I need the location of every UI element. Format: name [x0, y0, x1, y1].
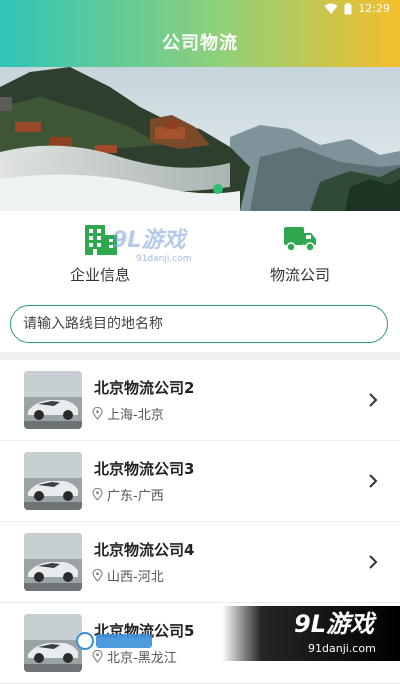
battery-icon: [344, 2, 352, 14]
company-route: 广东-广西: [107, 489, 164, 504]
location-pin-icon: [92, 407, 103, 420]
category-label-logistics: 物流公司: [269, 266, 330, 284]
location-pin-icon: [92, 488, 103, 501]
carousel-indicator-dot[interactable]: [213, 184, 223, 194]
location-pin-icon: [92, 569, 103, 582]
chevron-right-icon: [369, 474, 378, 488]
category-logistics-company[interactable]: 物流公司: [240, 223, 360, 285]
section-divider: [0, 352, 400, 360]
company-list-item[interactable]: 北京物流公司5 北京-黑龙江: [0, 603, 400, 684]
category-label-enterprise: 企业信息: [69, 266, 130, 284]
wifi-icon: [324, 3, 338, 14]
chevron-right-icon: [369, 636, 378, 650]
company-name: 北京物流公司4: [94, 541, 195, 559]
search-input[interactable]: [10, 305, 388, 343]
company-name: 北京物流公司5: [94, 622, 195, 640]
company-thumbnail: [24, 614, 82, 672]
company-list-item[interactable]: 北京物流公司2 上海-北京: [0, 360, 400, 441]
company-name: 北京物流公司2: [94, 379, 195, 397]
building-icon: [85, 225, 117, 255]
header-bar: 12:29 公司物流: [0, 0, 400, 67]
page-title: 公司物流: [162, 33, 238, 54]
mountain-landscape-image: [0, 67, 400, 211]
company-location: 广东-广西: [92, 485, 164, 504]
category-bar: 企业信息 物流公司: [0, 211, 400, 295]
company-route: 山西-河北: [107, 570, 164, 585]
company-route: 上海-北京: [107, 408, 164, 423]
company-thumbnail: [24, 452, 82, 510]
banner-image[interactable]: [0, 67, 400, 211]
chevron-right-icon: [369, 393, 378, 407]
chevron-right-icon: [369, 555, 378, 569]
truck-icon: [284, 227, 316, 252]
company-thumbnail: [24, 371, 82, 429]
company-location: 北京-黑龙江: [92, 647, 177, 666]
company-list: 北京物流公司2 上海-北京 北京物流公司3 广东-广西 北京物流公司4 山西-河…: [0, 360, 400, 684]
location-pin-icon: [92, 650, 103, 663]
company-list-item[interactable]: 北京物流公司4 山西-河北: [0, 522, 400, 603]
company-name: 北京物流公司3: [94, 460, 195, 478]
company-location: 山西-河北: [92, 566, 164, 585]
search-box: [10, 305, 388, 343]
status-time: 12:29: [358, 2, 390, 15]
company-location: 上海-北京: [92, 404, 164, 423]
status-bar: 12:29: [324, 2, 390, 15]
category-enterprise-info[interactable]: 企业信息: [40, 223, 160, 285]
company-list-item[interactable]: 北京物流公司3 广东-广西: [0, 441, 400, 522]
company-thumbnail: [24, 533, 82, 591]
company-route: 北京-黑龙江: [107, 651, 177, 666]
